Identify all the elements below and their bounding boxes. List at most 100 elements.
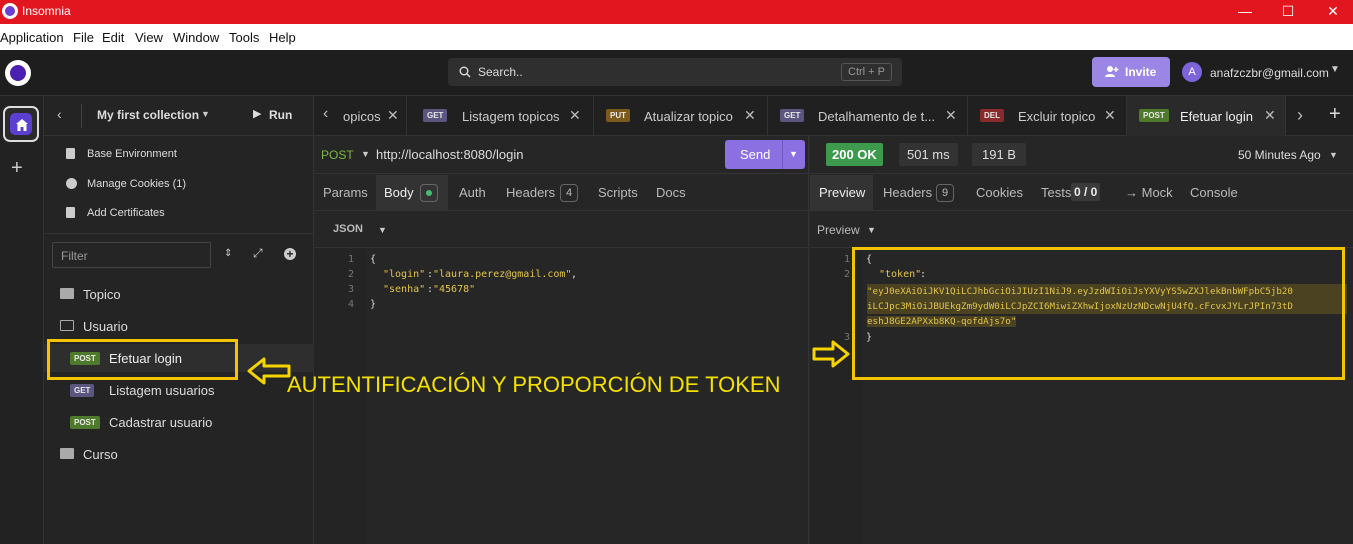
preview-mode-chevron-down-icon[interactable]: ▼ <box>867 225 876 235</box>
tab-atualizar-topico[interactable]: PUT Atualizar topico ✕ <box>594 96 768 136</box>
tab-preview[interactable]: Preview <box>810 175 873 211</box>
method-badge: DEL <box>980 109 1004 122</box>
add-certificates-item[interactable]: Add Certificates <box>66 205 306 225</box>
close-icon[interactable]: ✕ <box>387 107 399 124</box>
code-text: { <box>370 254 377 265</box>
manage-cookies-item[interactable]: Manage Cookies (1) <box>66 176 306 196</box>
minimize-button[interactable]: — <box>1225 1 1265 23</box>
url-input[interactable]: http://localhost:8080/login <box>376 147 523 162</box>
arrow-right-annotation-icon <box>812 340 850 368</box>
scroll-right-chevron-icon[interactable]: › <box>1297 105 1303 126</box>
menu-edit[interactable]: Edit <box>102 30 124 45</box>
folder-label: Topico <box>83 287 121 302</box>
body-type-select[interactable]: JSON <box>333 223 363 235</box>
json-key: "senha" <box>383 284 426 295</box>
method-select[interactable]: POST <box>321 148 354 162</box>
folder-label: Usuario <box>83 319 128 334</box>
method-badge: GET <box>780 109 805 122</box>
tab-listagem-topicos[interactable]: GET Listagem topicos ✕ <box>407 96 594 136</box>
close-window-button[interactable]: ✕ <box>1313 1 1353 23</box>
play-icon[interactable]: ▶ <box>253 107 261 120</box>
preview-mode-select[interactable]: Preview <box>817 223 860 237</box>
folder-topico[interactable]: Topico <box>44 282 314 306</box>
tab-topicos[interactable]: ‹ opicos ✕ <box>314 96 407 136</box>
folder-curso[interactable]: Curso <box>44 442 314 466</box>
tab-detalhamento[interactable]: GET Detalhamento de t... ✕ <box>768 96 968 136</box>
tab-body[interactable]: Body <box>376 175 448 211</box>
line-number: 2 <box>348 269 355 280</box>
folder-usuario[interactable]: Usuario <box>44 314 314 338</box>
body-type-chevron-down-icon[interactable]: ▼ <box>378 225 387 235</box>
code-text: } <box>370 299 377 310</box>
tab-label: Excluir topico <box>1018 109 1096 124</box>
history-chevron-down-icon[interactable]: ▼ <box>1329 150 1338 160</box>
app-logo-icon[interactable] <box>5 60 31 86</box>
new-tab-plus-icon[interactable]: + <box>1329 103 1341 126</box>
folder-open-icon <box>60 320 74 331</box>
certificate-icon <box>66 207 75 218</box>
tab-auth[interactable]: Auth <box>459 185 486 200</box>
menu-tools[interactable]: Tools <box>229 30 259 45</box>
expand-icon[interactable]: ⤢ <box>253 246 263 261</box>
response-time-badge: 501 ms <box>899 143 958 166</box>
method-badge: POST <box>1139 109 1169 122</box>
menu-bar: Application File Edit View Window Tools … <box>0 24 1353 50</box>
request-cadastrar-usuario[interactable]: POST Cadastrar usuario <box>44 408 314 436</box>
insomnia-logo-icon <box>2 3 18 19</box>
menu-application[interactable]: Application <box>0 30 64 45</box>
active-dot-icon <box>426 190 432 196</box>
search-input[interactable]: Search.. Ctrl + P <box>448 58 902 86</box>
menu-file[interactable]: File <box>73 30 94 45</box>
filter-input[interactable]: Filter <box>52 242 211 268</box>
tab-mock[interactable]: → Mock <box>1125 185 1173 200</box>
response-size-badge: 191 B <box>972 143 1026 166</box>
menu-view[interactable]: View <box>135 30 163 45</box>
method-chevron-down-icon[interactable]: ▼ <box>361 149 370 159</box>
headers-count-badge: 4 <box>560 184 578 202</box>
tab-scripts[interactable]: Scripts <box>598 185 638 200</box>
invite-button[interactable]: Invite <box>1092 57 1170 87</box>
request-label: Cadastrar usuario <box>109 415 213 430</box>
response-age[interactable]: 50 Minutes Ago <box>1238 148 1321 162</box>
send-button[interactable]: Send ▼ <box>725 140 805 169</box>
run-button[interactable]: Run <box>269 108 292 122</box>
tab-docs[interactable]: Docs <box>656 185 686 200</box>
menu-help[interactable]: Help <box>269 30 296 45</box>
highlight-box-token <box>852 247 1345 380</box>
close-icon[interactable]: ✕ <box>569 107 581 124</box>
scroll-left-chevron-icon[interactable]: ‹ <box>323 105 328 123</box>
chevron-down-icon[interactable]: ▼ <box>1330 64 1340 75</box>
user-email[interactable]: anafzczbr@gmail.com <box>1210 66 1329 80</box>
code-text: , <box>571 269 578 280</box>
close-icon[interactable]: ✕ <box>1104 107 1116 124</box>
close-icon[interactable]: ✕ <box>945 107 957 124</box>
line-number: 2 <box>844 269 851 280</box>
collection-name[interactable]: My first collection <box>97 108 199 122</box>
send-chevron-down-icon[interactable]: ▼ <box>789 149 798 159</box>
tab-params[interactable]: Params <box>323 185 368 200</box>
tab-body-label: Body <box>384 185 414 200</box>
maximize-button[interactable]: ☐ <box>1268 1 1308 23</box>
collection-chevron-down-icon[interactable]: ▼ <box>201 109 210 119</box>
tab-excluir-topico[interactable]: DEL Excluir topico ✕ <box>968 96 1127 136</box>
home-button[interactable] <box>3 106 39 142</box>
base-environment-item[interactable]: Base Environment <box>66 146 306 166</box>
tab-response-headers[interactable]: Headers <box>883 185 932 200</box>
request-label: Listagem usuarios <box>109 383 215 398</box>
tab-headers[interactable]: Headers <box>506 185 555 200</box>
annotation-label: AUTENTIFICACIÓN Y PROPORCIÓN DE TOKEN <box>287 372 781 397</box>
url-bar: POST ▼ http://localhost:8080/login Send … <box>314 136 809 174</box>
close-icon[interactable]: ✕ <box>1264 107 1276 124</box>
close-icon[interactable]: ✕ <box>744 107 756 124</box>
menu-window[interactable]: Window <box>173 30 219 45</box>
tab-console[interactable]: Console <box>1190 185 1238 200</box>
tab-tests[interactable]: Tests <box>1041 185 1071 200</box>
tab-efetuar-login[interactable]: POST Efetuar login ✕ <box>1127 96 1286 136</box>
tab-cookies[interactable]: Cookies <box>976 185 1023 200</box>
avatar[interactable]: A <box>1182 62 1202 82</box>
icon-rail: + <box>0 96 44 544</box>
sort-icon[interactable]: ⇕ <box>224 248 232 259</box>
back-chevron-left-icon[interactable]: ‹ <box>57 106 62 122</box>
add-workspace-icon[interactable]: + <box>11 157 23 180</box>
add-circle-icon[interactable]: + <box>284 248 296 260</box>
